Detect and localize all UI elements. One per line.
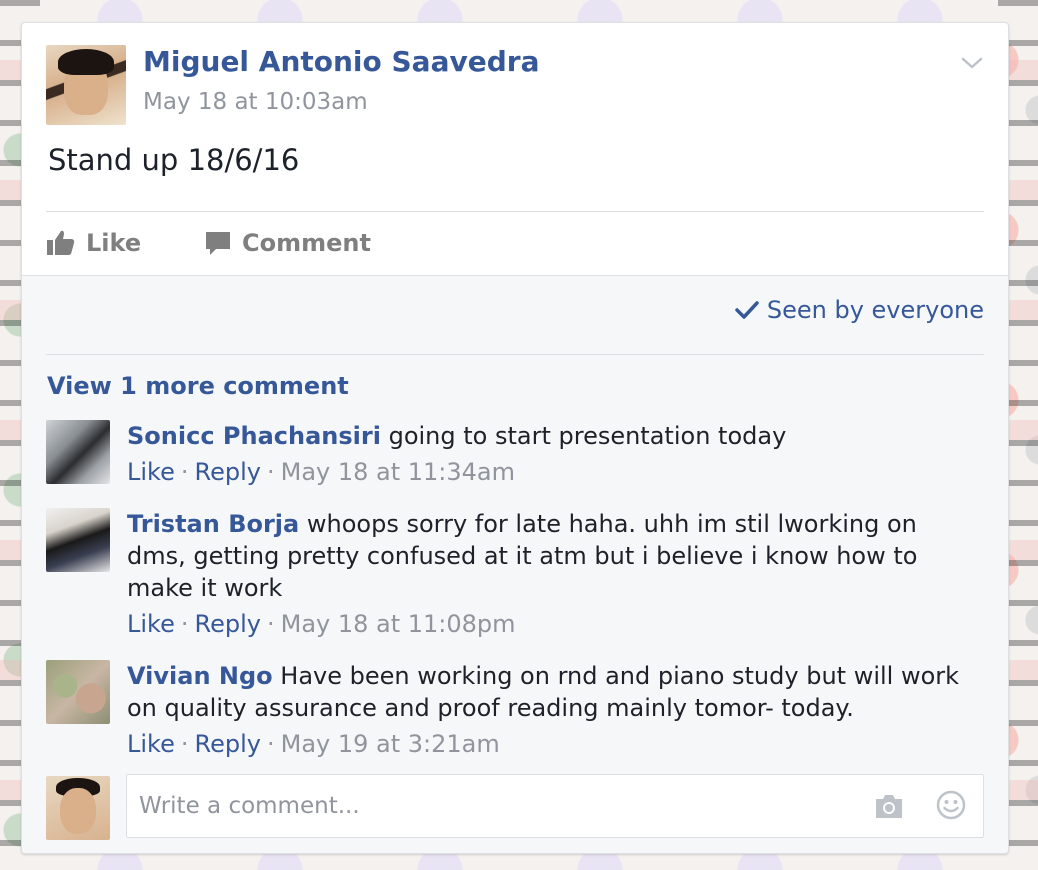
current-user-avatar[interactable] (46, 776, 110, 840)
author-avatar[interactable] (46, 45, 126, 125)
comment-text: Vivian Ngo Have been working on rnd and … (127, 660, 968, 724)
commenter-name[interactable]: Tristan Borja (127, 510, 299, 538)
comment-input[interactable] (137, 785, 841, 827)
comment-timestamp[interactable]: May 18 at 11:34am (281, 458, 515, 486)
commenter-avatar[interactable] (46, 508, 110, 572)
comment-meta: Like · Reply · May 18 at 11:34am (127, 458, 516, 486)
divider (46, 354, 984, 355)
commenter-name[interactable]: Sonicc Phachansiri (127, 422, 381, 450)
check-icon (735, 301, 759, 319)
chevron-down-icon[interactable] (960, 51, 984, 75)
view-more-comments-link[interactable]: View 1 more comment (47, 372, 349, 400)
commenter-name[interactable]: Vivian Ngo (127, 662, 273, 690)
comment-text: Tristan Borja whoops sorry for late haha… (127, 508, 968, 604)
comment-composer (46, 774, 984, 840)
comment-text: Sonicc Phachansiri going to start presen… (127, 420, 968, 452)
post-text: Stand up 18/6/16 (48, 143, 300, 177)
divider (46, 211, 984, 212)
comment-input-wrapper (126, 774, 984, 838)
post-header: Miguel Antonio Saavedra May 18 at 10:03a… (46, 45, 984, 129)
comment-reply-link[interactable]: Reply (195, 458, 261, 486)
thumbs-up-icon (47, 230, 75, 255)
comment-timestamp[interactable]: May 19 at 3:21am (281, 730, 500, 758)
post-actions: Like Comment (46, 223, 371, 263)
comment-timestamp[interactable]: May 18 at 11:08pm (281, 610, 516, 638)
comment-reply-link[interactable]: Reply (195, 610, 261, 638)
author-name[interactable]: Miguel Antonio Saavedra (143, 45, 539, 78)
like-button[interactable]: Like (46, 229, 204, 257)
comment-label: Comment (242, 229, 371, 257)
comment-like-link[interactable]: Like (127, 610, 175, 638)
comment-meta: Like · Reply · May 18 at 11:08pm (127, 610, 516, 638)
camera-icon[interactable] (873, 791, 905, 821)
like-label: Like (86, 229, 142, 257)
comment-item: Sonicc Phachansiri going to start presen… (46, 420, 968, 490)
comments-section: Seen by everyone View 1 more comment Son… (22, 275, 1008, 853)
comment-meta: Like · Reply · May 19 at 3:21am (127, 730, 500, 758)
comment-body: going to start presentation today (388, 422, 787, 450)
comment-item: Tristan Borja whoops sorry for late haha… (46, 508, 968, 638)
seen-label: Seen by everyone (766, 296, 984, 324)
comment-reply-link[interactable]: Reply (195, 730, 261, 758)
comment-like-link[interactable]: Like (127, 458, 175, 486)
comment-item: Vivian Ngo Have been working on rnd and … (46, 660, 968, 760)
post-timestamp[interactable]: May 18 at 10:03am (143, 89, 368, 115)
post-card: Miguel Antonio Saavedra May 18 at 10:03a… (21, 22, 1009, 854)
commenter-avatar[interactable] (46, 420, 110, 484)
seen-status[interactable]: Seen by everyone (735, 296, 984, 324)
emoji-icon[interactable] (935, 789, 967, 821)
commenter-avatar[interactable] (46, 660, 110, 724)
comment-like-link[interactable]: Like (127, 730, 175, 758)
comment-bubble-icon (206, 232, 230, 255)
comment-button[interactable]: Comment (204, 229, 371, 257)
